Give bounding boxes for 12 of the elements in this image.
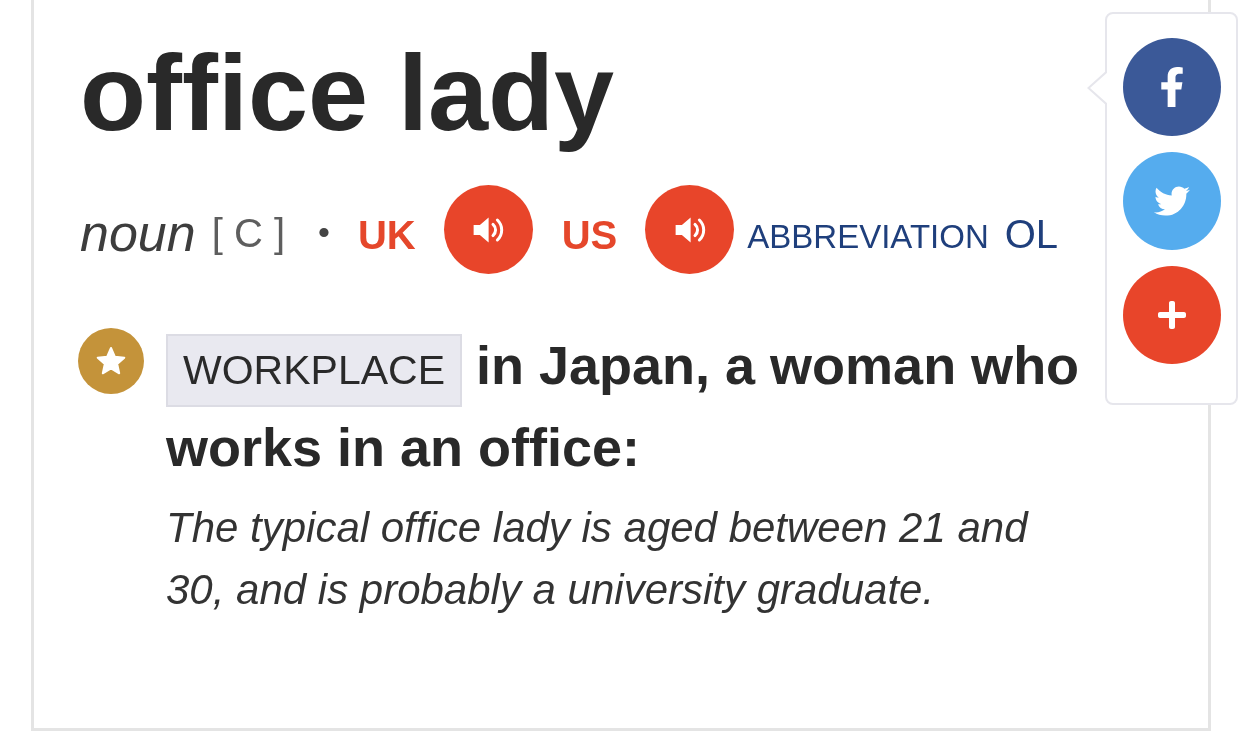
- region-label: US: [561, 213, 618, 259]
- part-of-speech: noun: [80, 202, 196, 263]
- bullet-separator: •: [318, 213, 330, 253]
- definition-text: WORKPLACE in Japan, a woman who works in an office:: [166, 333, 1081, 480]
- region-label: UK: [357, 213, 416, 259]
- bird-icon: [1153, 183, 1190, 219]
- plus-icon: [1155, 299, 1188, 331]
- example-sentence: The typical office lady is aged between 21 and 30, and is probably a university graduate.: [166, 503, 1030, 616]
- abbreviation-value: OL: [1004, 212, 1059, 258]
- abbreviation-label: ABBREVIATION: [747, 218, 989, 257]
- grammar-code: [ C ]: [211, 211, 286, 257]
- headword-title: office lady: [80, 31, 615, 155]
